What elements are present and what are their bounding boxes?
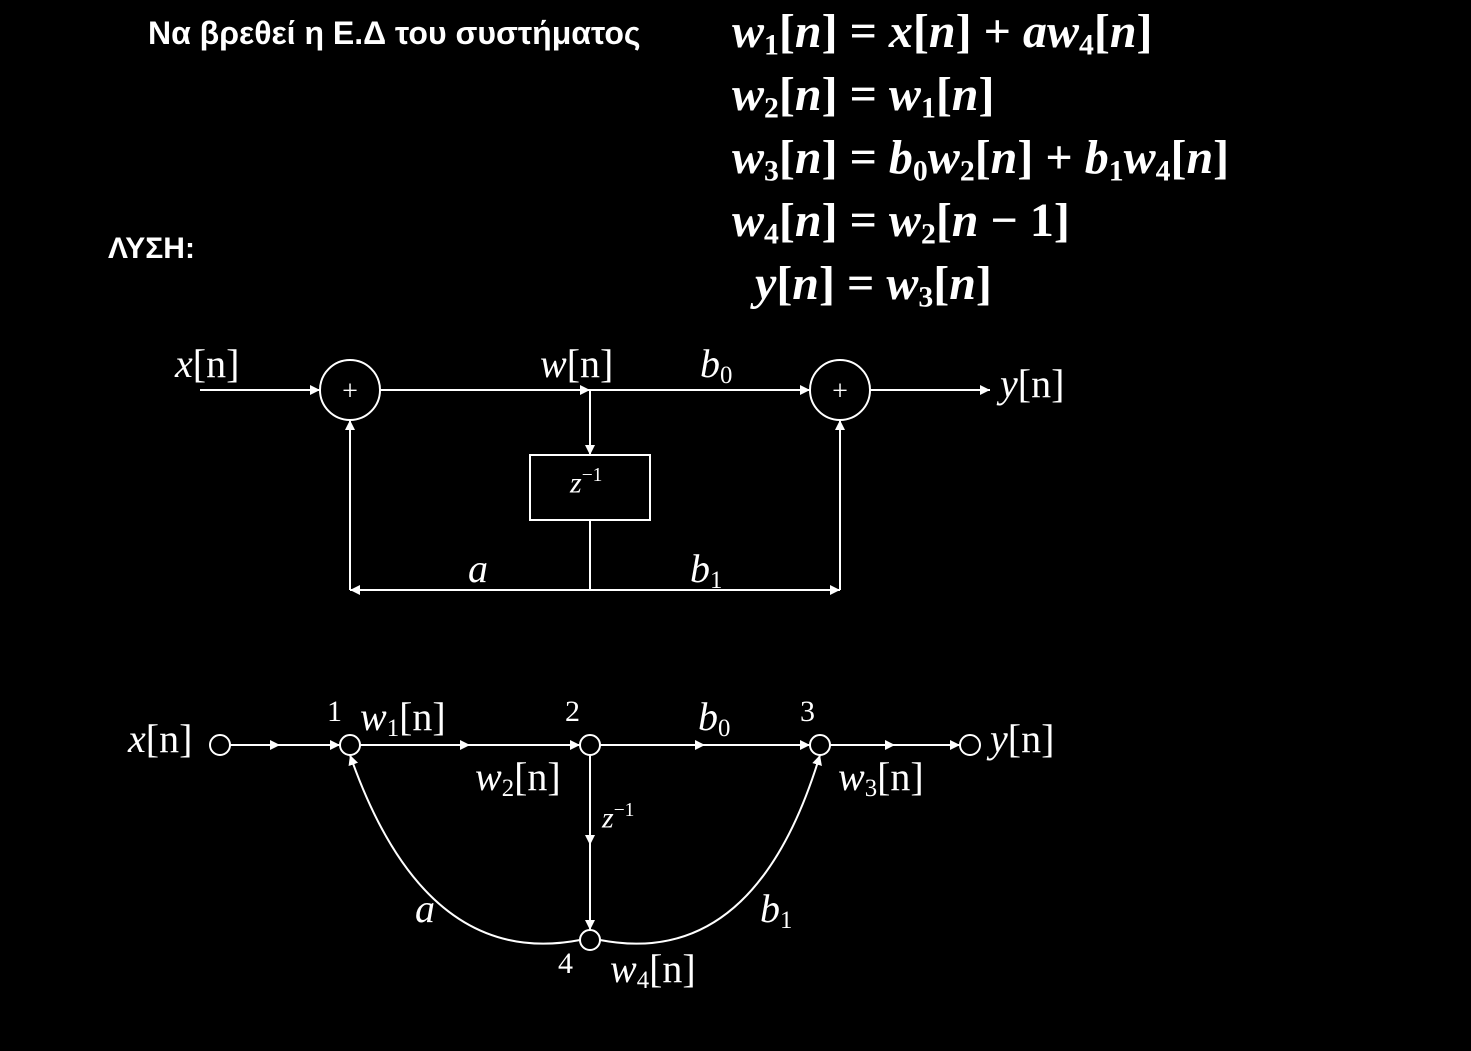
- diagram-stage: Να βρεθεί η Ε.Δ του συστήματος w1[n] = x…: [0, 0, 1471, 1051]
- sfg-gain-b1: b1: [760, 885, 792, 935]
- sfg-delay-label: z−1: [602, 800, 634, 836]
- sfg-w2-label: w2[n]: [475, 753, 561, 803]
- sfg-gain-a: a: [415, 885, 435, 932]
- sfg-node2-num: 2: [565, 695, 580, 729]
- sfg-gain-b0: b0: [698, 693, 730, 743]
- sfg-node4-num: 4: [558, 947, 573, 981]
- sfg-input-label: x[n]: [128, 715, 192, 762]
- sfg-svg: [0, 0, 1471, 1051]
- sfg-output-label: y[n]: [990, 715, 1054, 762]
- sfg-w4-label: w4[n]: [610, 945, 696, 995]
- sfg-w3-label: w3[n]: [838, 753, 924, 803]
- sfg-node1-num: 1: [327, 695, 342, 729]
- sfg-w1-label: w1[n]: [360, 693, 446, 743]
- sfg-node3-num: 3: [800, 695, 815, 729]
